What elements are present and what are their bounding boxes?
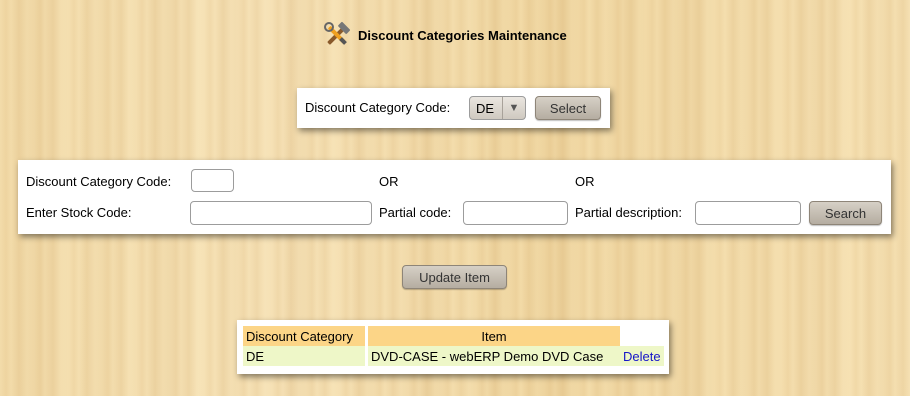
column-header-action	[620, 326, 664, 346]
category-code-selected: DE	[476, 100, 495, 116]
partial-description-input[interactable]	[695, 201, 801, 225]
category-code-label: Discount Category Code:	[305, 100, 451, 115]
partial-code-label: Partial code:	[379, 205, 452, 220]
select-button[interactable]: Select	[535, 96, 601, 120]
results-table: Discount Category Item DE DVD-CASE - web…	[243, 326, 665, 366]
row-action-cell: Delete	[620, 346, 664, 366]
delete-link[interactable]: Delete	[623, 349, 661, 364]
partial-description-label: Partial description:	[575, 205, 682, 220]
column-header-item: Item	[366, 326, 620, 346]
row-category: DE	[243, 346, 368, 366]
partial-code-input[interactable]	[463, 201, 568, 225]
category-code-select[interactable]: DE ▼	[469, 96, 526, 120]
or-label-2: OR	[575, 174, 595, 189]
discount-category-code-label: Discount Category Code:	[26, 174, 172, 189]
select-category-panel: Discount Category Code: DE ▼ Select	[297, 88, 610, 128]
page-title-text: Discount Categories Maintenance	[358, 27, 567, 43]
table-header-row: Discount Category Item	[243, 326, 664, 346]
stock-code-label: Enter Stock Code:	[26, 205, 132, 220]
row-item: DVD-CASE - webERP Demo DVD Case	[366, 346, 620, 366]
tools-icon	[322, 20, 352, 50]
discount-category-code-input[interactable]	[191, 169, 234, 192]
stock-code-input[interactable]	[190, 201, 372, 225]
search-button[interactable]: Search	[809, 201, 882, 225]
update-item-button[interactable]: Update Item	[402, 265, 507, 289]
column-header-category: Discount Category	[243, 326, 368, 346]
table-row: DE DVD-CASE - webERP Demo DVD Case Delet…	[243, 346, 664, 366]
results-panel: Discount Category Item DE DVD-CASE - web…	[237, 320, 669, 374]
chevron-down-icon: ▼	[502, 97, 525, 119]
or-label-1: OR	[379, 174, 399, 189]
search-panel: Discount Category Code: OR OR Enter Stoc…	[18, 160, 891, 234]
page-title: Discount Categories Maintenance	[322, 20, 567, 50]
